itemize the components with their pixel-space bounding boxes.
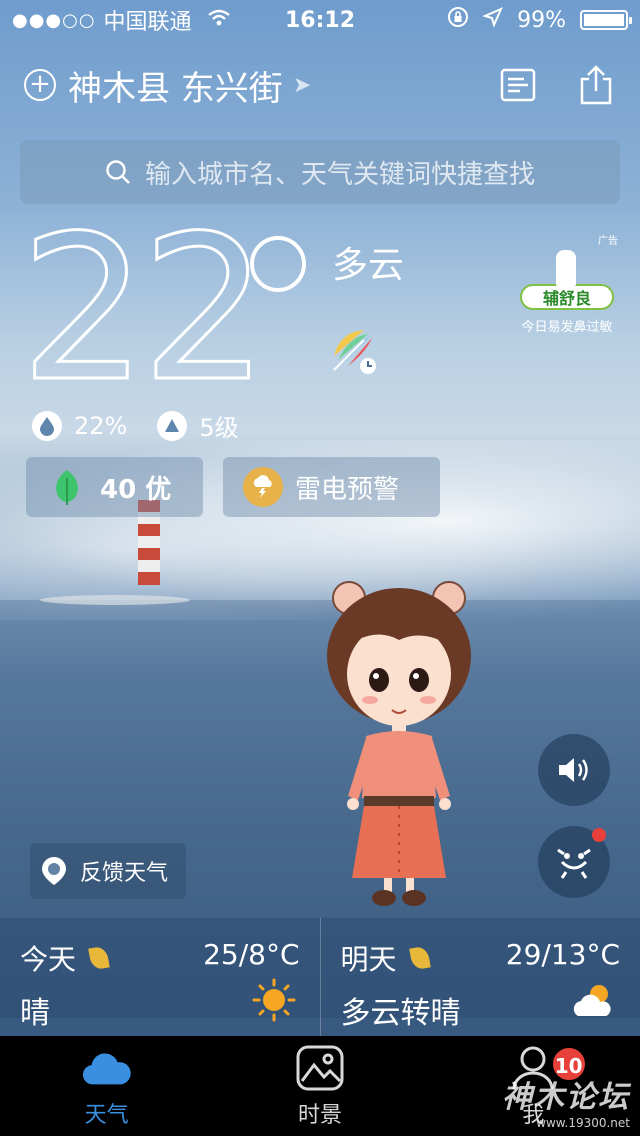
add-city-button[interactable]: +	[24, 69, 56, 101]
advertisement[interactable]: 广告 辅舒良 今日易发鼻过敏	[512, 228, 622, 335]
humidity: 22%	[32, 410, 128, 441]
leaf-icon	[408, 945, 431, 971]
wind-value: 5级	[199, 414, 239, 442]
warning-label: 雷电预警	[295, 474, 400, 505]
ad-slogan: 今日易发鼻过敏	[521, 320, 613, 335]
ad-brand: 辅舒良	[520, 284, 614, 310]
assistant-icon	[557, 848, 591, 879]
header: + 神木县 东兴街 ➤	[24, 60, 616, 110]
cartoon-character[interactable]	[304, 578, 494, 913]
island-scenery	[40, 595, 190, 605]
tab-bar: 天气 时景 我 10 神木论坛 www.19300.net	[0, 1036, 640, 1136]
battery-icon	[580, 10, 632, 30]
speaker-icon	[559, 758, 588, 782]
forecast-panel: 今天 25/8°C 晴 明天 29/13°C 多云转晴	[0, 918, 640, 1036]
humidity-icon	[32, 410, 62, 441]
forecast-range: 29/13°C	[505, 938, 620, 971]
partly-cloudy-icon	[573, 985, 611, 1016]
forecast-day-label: 明天	[340, 943, 397, 976]
sun-icon	[252, 978, 295, 1022]
tab-weather[interactable]: 天气	[0, 1036, 213, 1136]
forecast-day-label: 今天	[20, 943, 77, 976]
tab-scenery[interactable]: 时景	[213, 1036, 426, 1136]
carrier-name: 中国联通	[103, 10, 192, 35]
forecast-range: 25/8°C	[203, 938, 300, 971]
current-condition: 多云	[332, 245, 405, 286]
location-name[interactable]: 神木县 东兴街	[68, 61, 283, 110]
weather-metrics: 22% 5级	[32, 408, 239, 443]
search-icon	[106, 160, 130, 184]
share-icon	[580, 65, 612, 105]
tab-label: 天气	[84, 1103, 129, 1128]
leaf-icon	[88, 945, 110, 971]
signal-strength: ●●●○○	[12, 9, 96, 31]
forecast-tomorrow[interactable]: 明天 29/13°C 多云转晴	[319, 918, 640, 1036]
umbrella-icon[interactable]	[330, 326, 380, 376]
status-bar: ●●●○○ 中国联通 16:12 99%	[0, 0, 640, 40]
sound-button[interactable]	[538, 734, 610, 806]
wind: 5级	[157, 408, 239, 443]
wifi-icon	[207, 8, 230, 32]
notification-dot	[592, 828, 606, 842]
location-arrow-icon: ➤	[292, 72, 312, 98]
tab-label: 时景	[297, 1103, 342, 1128]
feedback-label: 反馈天气	[80, 861, 169, 886]
aqi-value: 40 优	[100, 474, 172, 505]
assistant-button[interactable]	[538, 826, 610, 898]
wind-icon	[157, 410, 188, 441]
watermark-url: www.19300.net	[536, 1116, 630, 1130]
list-button[interactable]	[498, 65, 538, 105]
orientation-lock-icon	[447, 6, 469, 34]
watermark: 神木论坛 www.19300.net	[502, 1072, 630, 1130]
leaf-icon	[56, 470, 78, 505]
battery-percent: 99%	[517, 7, 566, 33]
degree-symbol	[250, 236, 306, 292]
humidity-value: 22%	[74, 411, 128, 440]
picture-icon	[295, 1043, 345, 1093]
ad-label: 广告	[598, 236, 618, 247]
location-arrow-icon	[482, 7, 504, 33]
thunderstorm-icon	[243, 467, 283, 507]
ad-product-image	[556, 250, 576, 286]
warning-button[interactable]: 雷电预警	[223, 457, 440, 517]
forecast-today[interactable]: 今天 25/8°C 晴	[0, 918, 320, 1036]
aqi-button[interactable]: 40 优	[26, 457, 203, 517]
feedback-button[interactable]: 反馈天气	[30, 843, 187, 899]
share-button[interactable]	[576, 65, 616, 105]
current-temperature: 22	[19, 193, 270, 426]
list-icon	[500, 68, 536, 102]
search-placeholder: 输入城市名、天气关键词快捷查找	[144, 159, 535, 190]
feedback-icon	[42, 857, 66, 885]
watermark-title: 神木论坛	[502, 1080, 630, 1115]
cloud-icon	[82, 1043, 132, 1093]
